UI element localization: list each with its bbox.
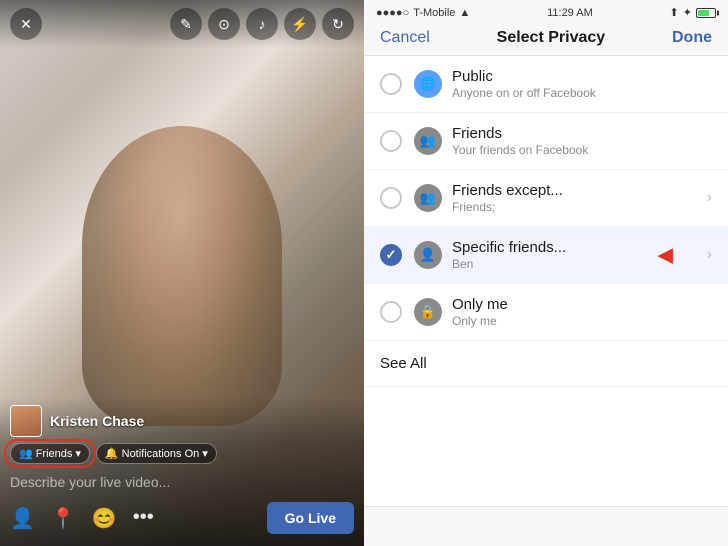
bluetooth-icon: ⬆ xyxy=(670,6,679,19)
rotate-icon[interactable]: ↻ xyxy=(322,8,354,40)
friends-pill-wrapper: 👥 Friends ▾ xyxy=(10,443,90,464)
bottom-icon-row: 👤 📍 😊 ••• xyxy=(10,506,154,531)
friends-subtitle: Your friends on Facebook xyxy=(452,143,712,157)
notifications-dropdown-icon: ▾ xyxy=(202,447,208,460)
friends-pill-label: Friends xyxy=(36,448,73,460)
more-icon[interactable]: ••• xyxy=(133,506,154,531)
person-silhouette xyxy=(82,126,282,426)
only-me-text: Only me Only me xyxy=(452,296,712,328)
friends-icon: 👥 xyxy=(19,447,33,460)
friends-dropdown-icon: ▾ xyxy=(75,447,81,460)
friends-except-chevron: › xyxy=(707,189,712,207)
location-icon[interactable]: 📍 xyxy=(51,506,76,531)
notifications-pill-label: Notifications On xyxy=(122,448,200,460)
privacy-list: 🌐 Public Anyone on or off Facebook 👥 Fri… xyxy=(364,56,728,506)
battery-icon xyxy=(696,8,716,18)
user-info-row: Kristen Chase xyxy=(10,405,354,437)
public-text: Public Anyone on or off Facebook xyxy=(452,68,712,100)
only-me-icon: 🔒 xyxy=(414,298,442,326)
carrier-name: T-Mobile xyxy=(413,7,455,19)
status-left: ●●●●○ T-Mobile ▲ xyxy=(376,7,470,19)
privacy-item-only-me[interactable]: 🔒 Only me Only me xyxy=(364,284,728,341)
camera-switch-icon[interactable]: ⊙ xyxy=(208,8,240,40)
public-subtitle: Anyone on or off Facebook xyxy=(452,86,712,100)
signal-dots: ●●●●○ xyxy=(376,7,409,19)
user-name: Kristen Chase xyxy=(50,413,144,429)
radio-friends xyxy=(380,130,402,152)
emoji-icon[interactable]: 😊 xyxy=(92,506,117,531)
friends-icon: 👥 xyxy=(414,127,442,155)
specific-icon: 👤 xyxy=(414,241,442,269)
privacy-item-public[interactable]: 🌐 Public Anyone on or off Facebook xyxy=(364,56,728,113)
radio-public xyxy=(380,73,402,95)
public-title: Public xyxy=(452,68,712,85)
edit-icon[interactable]: ✎ xyxy=(170,8,202,40)
see-all-item[interactable]: See All xyxy=(364,341,728,387)
friends-except-title: Friends except... xyxy=(452,182,699,199)
privacy-item-specific[interactable]: ✓ 👤 Specific friends... Ben ◄ › xyxy=(364,227,728,284)
close-button[interactable]: ✕ xyxy=(10,8,42,40)
describe-input[interactable]: Describe your live video... xyxy=(10,470,354,494)
avatar xyxy=(10,405,42,437)
red-arrow: ◄ xyxy=(652,240,678,271)
public-icon: 🌐 xyxy=(414,70,442,98)
privacy-pills-row: 👥 Friends ▾ 🔔 Notifications On ▾ xyxy=(10,443,354,464)
privacy-panel: ●●●●○ T-Mobile ▲ 11:29 AM ⬆ ✦ Cancel Sel… xyxy=(364,0,728,546)
only-me-subtitle: Only me xyxy=(452,314,712,328)
specific-chevron: › xyxy=(707,246,712,264)
friends-title: Friends xyxy=(452,125,712,142)
radio-friends-except xyxy=(380,187,402,209)
go-live-button[interactable]: Go Live xyxy=(267,502,354,534)
check-icon: ✓ xyxy=(386,247,397,263)
camera-panel: ✕ ✎ ⊙ ♪ ⚡ ↻ Kristen Chase 👥 Friends ▾ xyxy=(0,0,364,546)
privacy-item-friends-except[interactable]: 👥 Friends except... Friends; › xyxy=(364,170,728,227)
nav-title: Select Privacy xyxy=(497,29,606,47)
done-button[interactable]: Done xyxy=(672,29,712,47)
cancel-button[interactable]: Cancel xyxy=(380,29,430,47)
privacy-item-friends[interactable]: 👥 Friends Your friends on Facebook xyxy=(364,113,728,170)
person-add-icon[interactable]: 👤 xyxy=(10,506,35,531)
camera-toolbar: ✕ ✎ ⊙ ♪ ⚡ ↻ xyxy=(0,0,364,48)
status-bar: ●●●●○ T-Mobile ▲ 11:29 AM ⬆ ✦ xyxy=(364,0,728,23)
radio-only-me xyxy=(380,301,402,323)
friends-text: Friends Your friends on Facebook xyxy=(452,125,712,157)
friends-except-text: Friends except... Friends; xyxy=(452,182,699,214)
status-time: 11:29 AM xyxy=(547,7,593,19)
bottom-actions: 👤 📍 😊 ••• Go Live xyxy=(10,502,354,534)
bt-icon: ✦ xyxy=(683,6,692,19)
friends-except-subtitle: Friends; xyxy=(452,200,699,214)
right-bottom-bar xyxy=(364,506,728,546)
flash-icon[interactable]: ⚡ xyxy=(284,8,316,40)
radio-specific: ✓ xyxy=(380,244,402,266)
status-right: ⬆ ✦ xyxy=(670,6,716,19)
mic-icon[interactable]: ♪ xyxy=(246,8,278,40)
wifi-icon: ▲ xyxy=(459,7,470,19)
friends-pill[interactable]: 👥 Friends ▾ xyxy=(10,443,90,464)
nav-bar: Cancel Select Privacy Done xyxy=(364,23,728,56)
camera-bottom-overlay: Kristen Chase 👥 Friends ▾ 🔔 Notification… xyxy=(0,397,364,546)
toolbar-icons: ✎ ⊙ ♪ ⚡ ↻ xyxy=(170,8,354,40)
notifications-icon: 🔔 xyxy=(105,447,119,460)
only-me-title: Only me xyxy=(452,296,712,313)
friends-except-icon: 👥 xyxy=(414,184,442,212)
notifications-pill[interactable]: 🔔 Notifications On ▾ xyxy=(96,443,217,464)
